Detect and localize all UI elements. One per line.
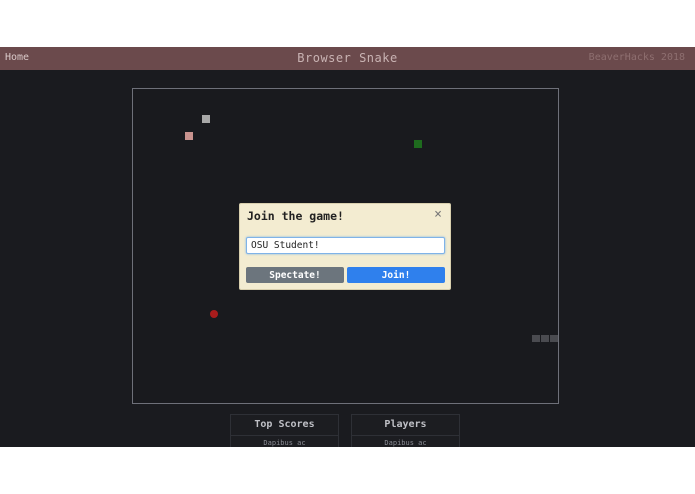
close-icon[interactable]: ×	[434, 208, 442, 221]
snake-segment-dark	[532, 335, 540, 342]
app-container: Home Browser Snake BeaverHacks 2018 Join…	[0, 47, 695, 447]
snake-segment-pink	[185, 132, 193, 140]
snake-segment-gray	[202, 115, 210, 123]
snake-segment-green	[414, 140, 422, 148]
snake-segment-dark	[541, 335, 549, 342]
bottom-margin	[0, 447, 695, 494]
panel-divider	[352, 435, 459, 436]
nav-event-label: BeaverHacks 2018	[588, 52, 685, 63]
navbar: Home Browser Snake BeaverHacks 2018	[0, 47, 695, 70]
panel-divider	[231, 435, 338, 436]
food-pellet	[210, 310, 218, 318]
list-item: Dapibus ac	[384, 439, 427, 447]
top-scores-title: Top Scores	[254, 419, 315, 430]
join-game-modal: Join the game! × Spectate! Join!	[239, 203, 451, 290]
players-panel: Players Dapibus ac	[351, 414, 460, 447]
list-item: Dapibus ac	[263, 439, 306, 447]
spectate-button[interactable]: Spectate!	[246, 267, 344, 283]
top-scores-panel: Top Scores Dapibus ac	[230, 414, 339, 447]
snake-segment-dark	[550, 335, 558, 342]
join-button[interactable]: Join!	[347, 267, 445, 283]
top-margin	[0, 0, 695, 47]
players-title: Players	[384, 419, 427, 430]
modal-title: Join the game!	[247, 209, 344, 223]
player-name-input[interactable]	[246, 237, 445, 254]
